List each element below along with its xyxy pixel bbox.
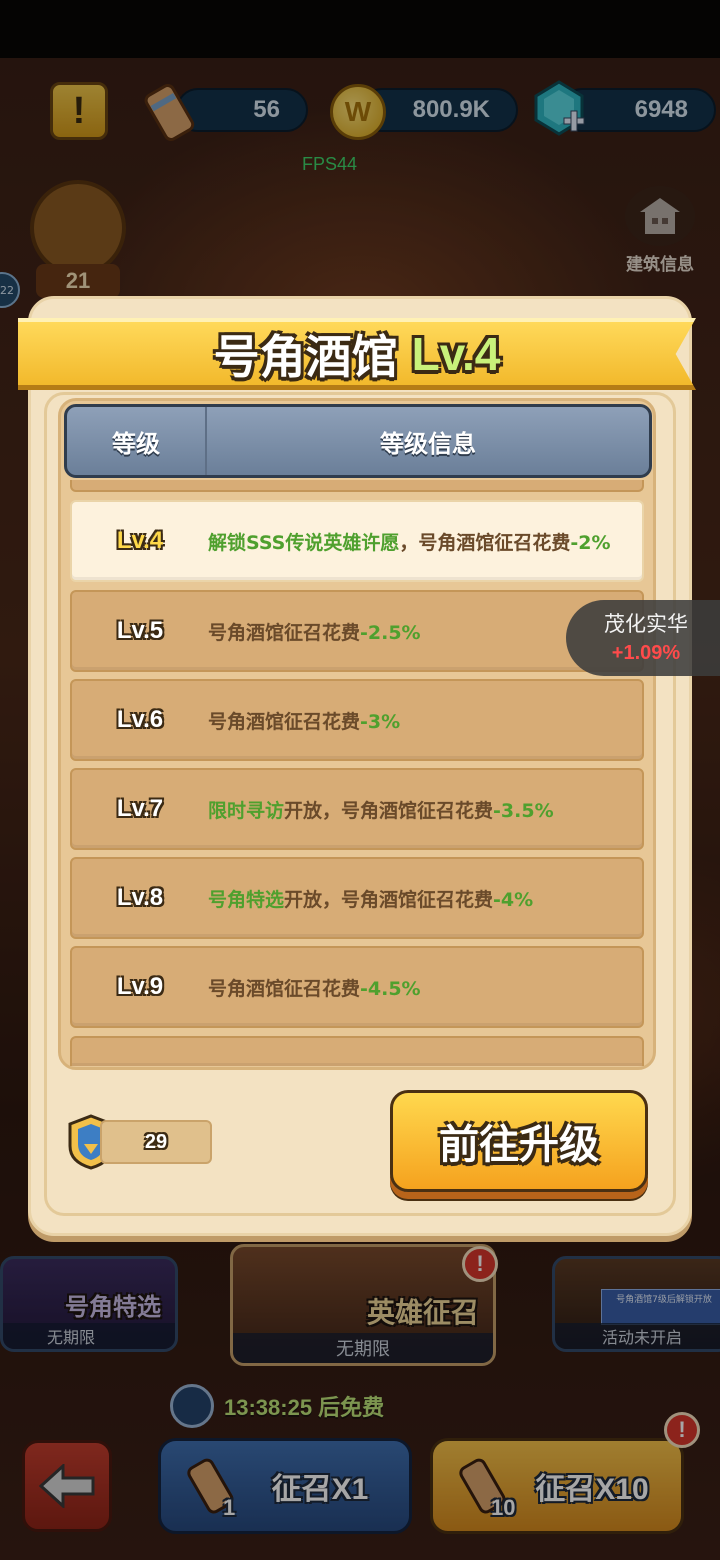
level-row[interactable]: Lv.9 号角酒馆征召花费-4.5% <box>70 946 644 1028</box>
level-description: 号角酒馆征召花费-4.5% <box>208 974 421 1001</box>
level-description: 限时寻访开放，号角酒馆征召花费-3.5% <box>208 796 554 823</box>
level-text: 号角酒馆征召花费 <box>208 710 361 733</box>
level-text: 号角酒馆征召花费 <box>208 621 361 644</box>
token-count: 29 <box>100 1120 212 1164</box>
level-value: -4% <box>493 888 534 911</box>
panel-title-banner: 号角酒馆 Lv.4 <box>18 318 696 390</box>
row-peek-top <box>70 480 644 492</box>
level-description: 号角特选开放，号角酒馆征召花费-4% <box>208 885 533 912</box>
header-level: 等级 <box>67 407 207 475</box>
level-label: Lv.7 <box>116 795 164 822</box>
level-value: -3% <box>360 710 401 733</box>
level-label: Lv.9 <box>116 973 164 1000</box>
level-text: 号角酒馆征召花费 <box>208 977 361 1000</box>
level-description: 号角酒馆征召花费-2.5% <box>208 618 421 645</box>
level-row[interactable]: Lv.5 号角酒馆征召花费-2.5% <box>70 590 644 672</box>
level-feature: 解锁SSS传说英雄许愿 <box>208 531 400 554</box>
go-upgrade-button[interactable]: 前往升级 <box>390 1090 648 1192</box>
level-description: 号角酒馆征召花费-3% <box>208 707 400 734</box>
level-row[interactable]: Lv.7 限时寻访开放，号角酒馆征召花费-3.5% <box>70 768 644 850</box>
level-row[interactable]: Lv.4 解锁SSS传说英雄许愿，号角酒馆征召花费-2% <box>70 500 644 582</box>
toast-change: +1.09% <box>611 642 681 664</box>
level-table-header: 等级 等级信息 <box>64 404 652 478</box>
level-label: Lv.6 <box>116 706 164 733</box>
level-value: -2.5% <box>360 621 421 644</box>
level-value: -3.5% <box>493 799 554 822</box>
panel-title-level: Lv.4 <box>411 327 501 380</box>
level-label: Lv.4 <box>116 527 164 554</box>
level-row[interactable]: Lv.8 号角特选开放，号角酒馆征召花费-4% <box>70 857 644 939</box>
header-info: 等级信息 <box>380 429 476 458</box>
level-value: -4.5% <box>360 977 421 1000</box>
level-text: ，号角酒馆征召花费 <box>399 531 571 554</box>
level-label: Lv.5 <box>116 617 164 644</box>
panel-title: 号角酒馆 <box>213 329 398 384</box>
level-text: 开放，号角酒馆征召花费 <box>284 888 494 911</box>
level-value: -2% <box>570 531 611 554</box>
toast-title: 茂化实华 <box>604 612 688 636</box>
row-peek-bottom <box>70 1036 644 1066</box>
level-description: 解锁SSS传说英雄许愿，号角酒馆征召花费-2% <box>208 528 611 555</box>
level-label: Lv.8 <box>116 884 164 911</box>
stock-toast: 茂化实华 +1.09% <box>566 600 720 676</box>
level-feature: 限时寻访 <box>208 799 285 822</box>
status-bar <box>0 0 720 58</box>
level-text: 开放，号角酒馆征召花费 <box>284 799 494 822</box>
level-row[interactable]: Lv.6 号角酒馆征召花费-3% <box>70 679 644 761</box>
level-feature: 号角特选 <box>208 888 285 911</box>
